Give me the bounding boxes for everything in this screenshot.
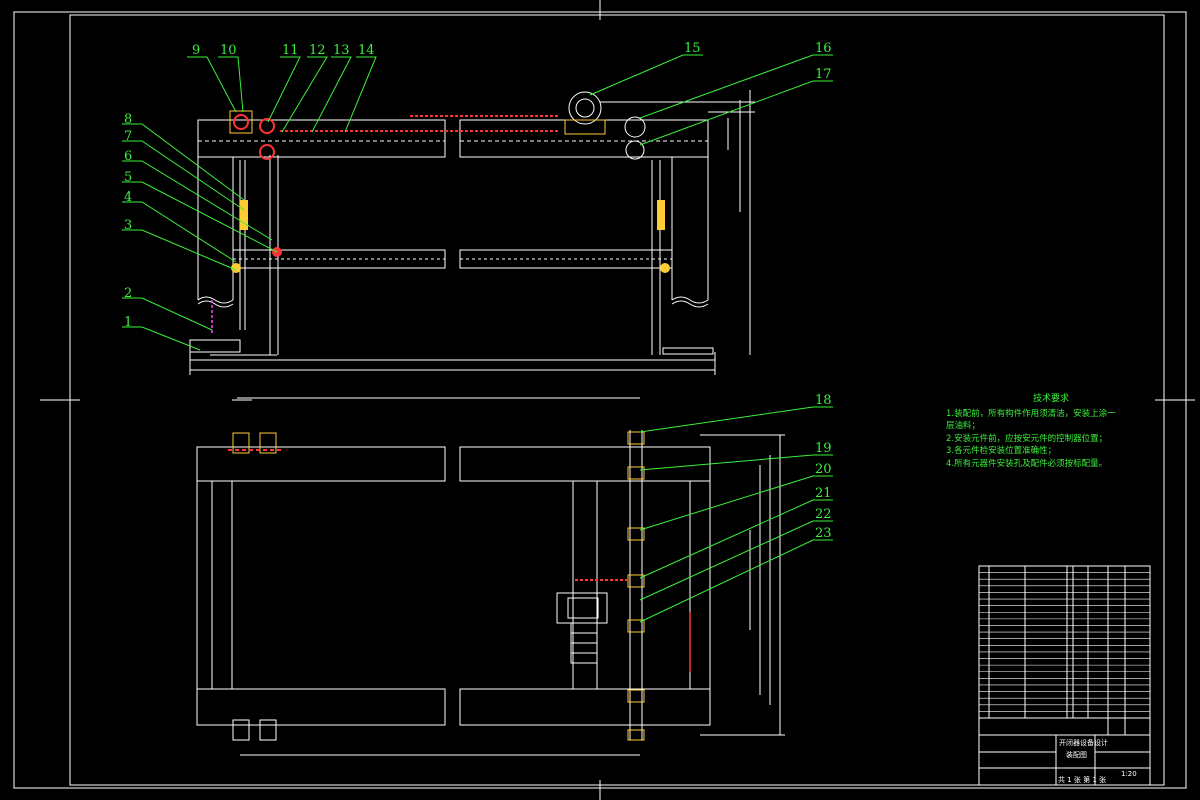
balloon-5: 5 — [124, 170, 132, 185]
balloon-2: 2 — [124, 286, 132, 301]
balloon-4: 4 — [124, 190, 132, 205]
leader-lines — [122, 54, 833, 623]
balloon-17: 17 — [815, 67, 832, 82]
balloon-3: 3 — [124, 218, 132, 233]
parts-list-rows — [979, 572, 1150, 712]
technical-note-line: 4.所有元器件安装孔及配件必须按标配量。 — [946, 458, 1108, 469]
title-block-scale: 1:20 — [1121, 770, 1137, 778]
front-view-parts — [211, 91, 670, 335]
balloon-19: 19 — [815, 441, 832, 456]
title-block-drawing-name: 装配图 — [1066, 751, 1087, 759]
balloon-18: 18 — [815, 393, 832, 408]
technical-notes-title: 技术要求 — [1032, 394, 1069, 404]
title-block-sheet-info: 共 1 张 第 1 张 — [1058, 776, 1107, 784]
top-view — [196, 397, 785, 756]
balloon-20: 20 — [815, 462, 832, 477]
balloon-14: 14 — [358, 43, 375, 58]
balloon-11: 11 — [282, 43, 299, 58]
technical-note-line: 层油料； — [946, 421, 981, 431]
balloon-15: 15 — [684, 41, 701, 56]
technical-note-line: 2.安装元件前，应按安元件的控制器位置； — [946, 433, 1108, 444]
balloon-22: 22 — [815, 507, 832, 522]
front-view — [189, 90, 755, 375]
balloon-23: 23 — [815, 526, 832, 541]
balloon-7: 7 — [124, 129, 132, 144]
technical-note-line: 3.各元件检安装位置准确性； — [946, 446, 1057, 456]
balloon-8: 8 — [124, 112, 132, 127]
title-block-project-title: 开闭器设备设计 — [1059, 739, 1108, 747]
balloon-13: 13 — [333, 43, 350, 58]
technical-notes: 技术要求 1.装配前，所有构件作用须清洁，安装上涂一 层油料； 2.安装元件前，… — [946, 393, 1156, 470]
balloon-1: 1 — [124, 315, 132, 330]
top-view-parts — [228, 431, 691, 741]
technical-note-line: 1.装配前，所有构件作用须清洁，安装上涂一 — [946, 408, 1116, 419]
balloon-10: 10 — [220, 43, 237, 58]
balloon-21: 21 — [815, 486, 832, 501]
balloon-6: 6 — [124, 149, 132, 164]
balloon-9: 9 — [192, 43, 200, 58]
balloon-16: 16 — [815, 41, 832, 56]
balloon-12: 12 — [309, 43, 326, 58]
